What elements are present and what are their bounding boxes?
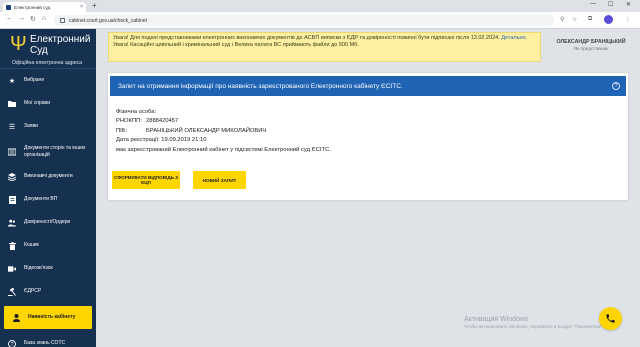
document-icon xyxy=(8,195,16,204)
tab-close-icon[interactable]: × xyxy=(80,4,83,10)
favicon-icon xyxy=(6,4,11,10)
pib-value: БРАНІЦЬКИЙ ОЛЕКСАНДР МИКОЛАЙОВИЧ xyxy=(146,127,267,134)
gavel-icon xyxy=(8,287,16,296)
card-title: Запит на отримання інформації про наявні… xyxy=(118,82,403,90)
phone-call-button[interactable] xyxy=(599,307,622,330)
list-icon: ☰ xyxy=(8,123,16,131)
tab-title: Електронний суд xyxy=(14,4,51,10)
sidebar-item-video[interactable]: Відеозв'язок xyxy=(0,257,96,280)
menu-dots-icon[interactable]: ⋮ xyxy=(625,16,631,23)
help-circle-icon[interactable]: ? xyxy=(612,82,620,90)
address-bar-row: ← → ↻ ⌂ cabinet.court.gov.ua/check_cabin… xyxy=(0,12,640,29)
sidebar-item-edrsr[interactable]: ЄДРСР xyxy=(0,280,96,303)
sidebar-item-executive-documents[interactable]: Виконавчі документи xyxy=(0,165,96,188)
folder-icon xyxy=(8,100,16,108)
trash-icon xyxy=(8,241,16,250)
sidebar-item-my-cases[interactable]: Мої справи xyxy=(0,92,96,115)
reload-icon[interactable]: ↻ xyxy=(30,15,36,23)
notice-banner: Увага! Для подачі представниками електро… xyxy=(108,32,541,62)
extensions-icon[interactable]: ⧉ xyxy=(588,16,592,23)
user-name: ОЛЕКСАНДР БРАНІЦЬКИЙ xyxy=(556,39,626,45)
logo-subtitle: Офіційна електронна адреса xyxy=(12,60,82,66)
url-text: cabinet.court.gov.ua/check_cabinet xyxy=(69,17,148,24)
pib-row: ПІБ: БРАНІЦЬКИЙ ОЛЕКСАНДР МИКОЛАЙОВИЧ xyxy=(116,127,616,136)
sidebar-item-trash[interactable]: Кошик xyxy=(0,234,96,257)
user-box[interactable]: ОЛЕКСАНДР БРАНІЦЬКИЙ Як представник xyxy=(542,34,640,58)
minimize-button[interactable]: — xyxy=(590,1,596,7)
notice-line-2: Увага! Касаційні цивільний і кримінальни… xyxy=(113,42,359,48)
cabinet-check-card: Запит на отримання інформації про наявні… xyxy=(108,73,628,200)
browser-tab-bar: Електронний суд × + — ☐ ✕ xyxy=(0,0,640,12)
registration-date: Дата реєстрації: 19.09.2019 21:10 xyxy=(116,137,207,144)
person-type-label: Фізична особа: xyxy=(116,109,157,115)
card-header: Запит на отримання інформації про наявні… xyxy=(110,76,626,96)
trident-icon: Ψ xyxy=(10,33,27,55)
layers-icon xyxy=(8,172,16,181)
user-role: Як представник xyxy=(573,47,609,52)
url-input[interactable]: cabinet.court.gov.ua/check_cabinet xyxy=(54,15,554,26)
back-arrow-icon[interactable]: ← xyxy=(6,15,13,22)
svg-text:?: ? xyxy=(11,341,14,347)
rnokpp-label: РНОКПП: xyxy=(116,118,142,125)
maximize-button[interactable]: ☐ xyxy=(608,1,613,8)
sidebar-item-knowledge-base[interactable]: ? База знань СОТС xyxy=(0,332,96,347)
notice-details-link[interactable]: Детально. xyxy=(501,35,527,41)
close-window-button[interactable]: ✕ xyxy=(626,1,631,8)
sidebar-item-favorites[interactable]: ★ Вибране xyxy=(0,69,96,92)
video-icon xyxy=(8,265,16,273)
translate-icon[interactable]: ⚲ xyxy=(560,16,564,23)
browser-tab[interactable]: Електронний суд × xyxy=(3,2,86,12)
new-tab-button[interactable]: + xyxy=(92,1,97,10)
logo[interactable]: Ψ Електронний Суд Офіційна електронна ад… xyxy=(4,31,96,67)
bookmark-star-icon[interactable]: ☆ xyxy=(572,16,577,23)
rnokpp-row: РНОКПП: 2888420457 xyxy=(116,117,616,126)
sidebar-item-cabinet-check[interactable]: Наявність кабінету xyxy=(4,306,92,329)
sidebar-item-applications[interactable]: ☰ Заяви xyxy=(0,115,96,138)
sidebar: Ψ Електронний Суд Офіційна електронна ад… xyxy=(0,29,96,347)
pib-label: ПІБ: xyxy=(116,127,128,134)
help-icon: ? xyxy=(8,339,16,347)
forward-arrow-icon[interactable]: → xyxy=(18,15,25,22)
sidebar-item-powers-of-attorney[interactable]: Довіреності/Ордери xyxy=(0,211,96,234)
sidebar-item-party-documents[interactable]: Документи сторін та інших організацій xyxy=(0,138,96,165)
windows-activation-watermark: Активация Windows Чтобы активировать Win… xyxy=(464,316,603,329)
card-body: Фізична особа: РНОКПП: 2888420457 ПІБ: Б… xyxy=(116,108,616,155)
logo-title: Електронний Суд xyxy=(30,34,91,56)
cabinet-status: має зареєстрований Електронний кабінет у… xyxy=(116,146,331,153)
home-icon[interactable]: ⌂ xyxy=(42,15,46,22)
star-icon: ★ xyxy=(8,77,16,85)
notice-line-1: Увага! Для подачі представниками електро… xyxy=(113,35,528,41)
sidebar-item-vp-documents[interactable]: Документи ВП xyxy=(0,188,96,211)
documents-icon xyxy=(8,148,16,156)
card-actions: СФОРМУВАТИ ВІДПОВІДЬ З ЕЦП НОВИЙ ЗАПИТ xyxy=(112,171,246,189)
rnokpp-value: 2888420457 xyxy=(146,118,179,125)
phone-icon xyxy=(606,314,615,323)
profile-avatar[interactable] xyxy=(604,15,613,24)
sidebar-menu: ★ Вибране Мої справи ☰ Заяви Документи с… xyxy=(0,69,96,347)
users-icon xyxy=(8,219,16,227)
lock-icon xyxy=(60,18,65,23)
sign-answer-button[interactable]: СФОРМУВАТИ ВІДПОВІДЬ З ЕЦП xyxy=(112,171,180,189)
new-request-button[interactable]: НОВИЙ ЗАПИТ xyxy=(193,171,246,189)
person-icon xyxy=(12,313,20,322)
